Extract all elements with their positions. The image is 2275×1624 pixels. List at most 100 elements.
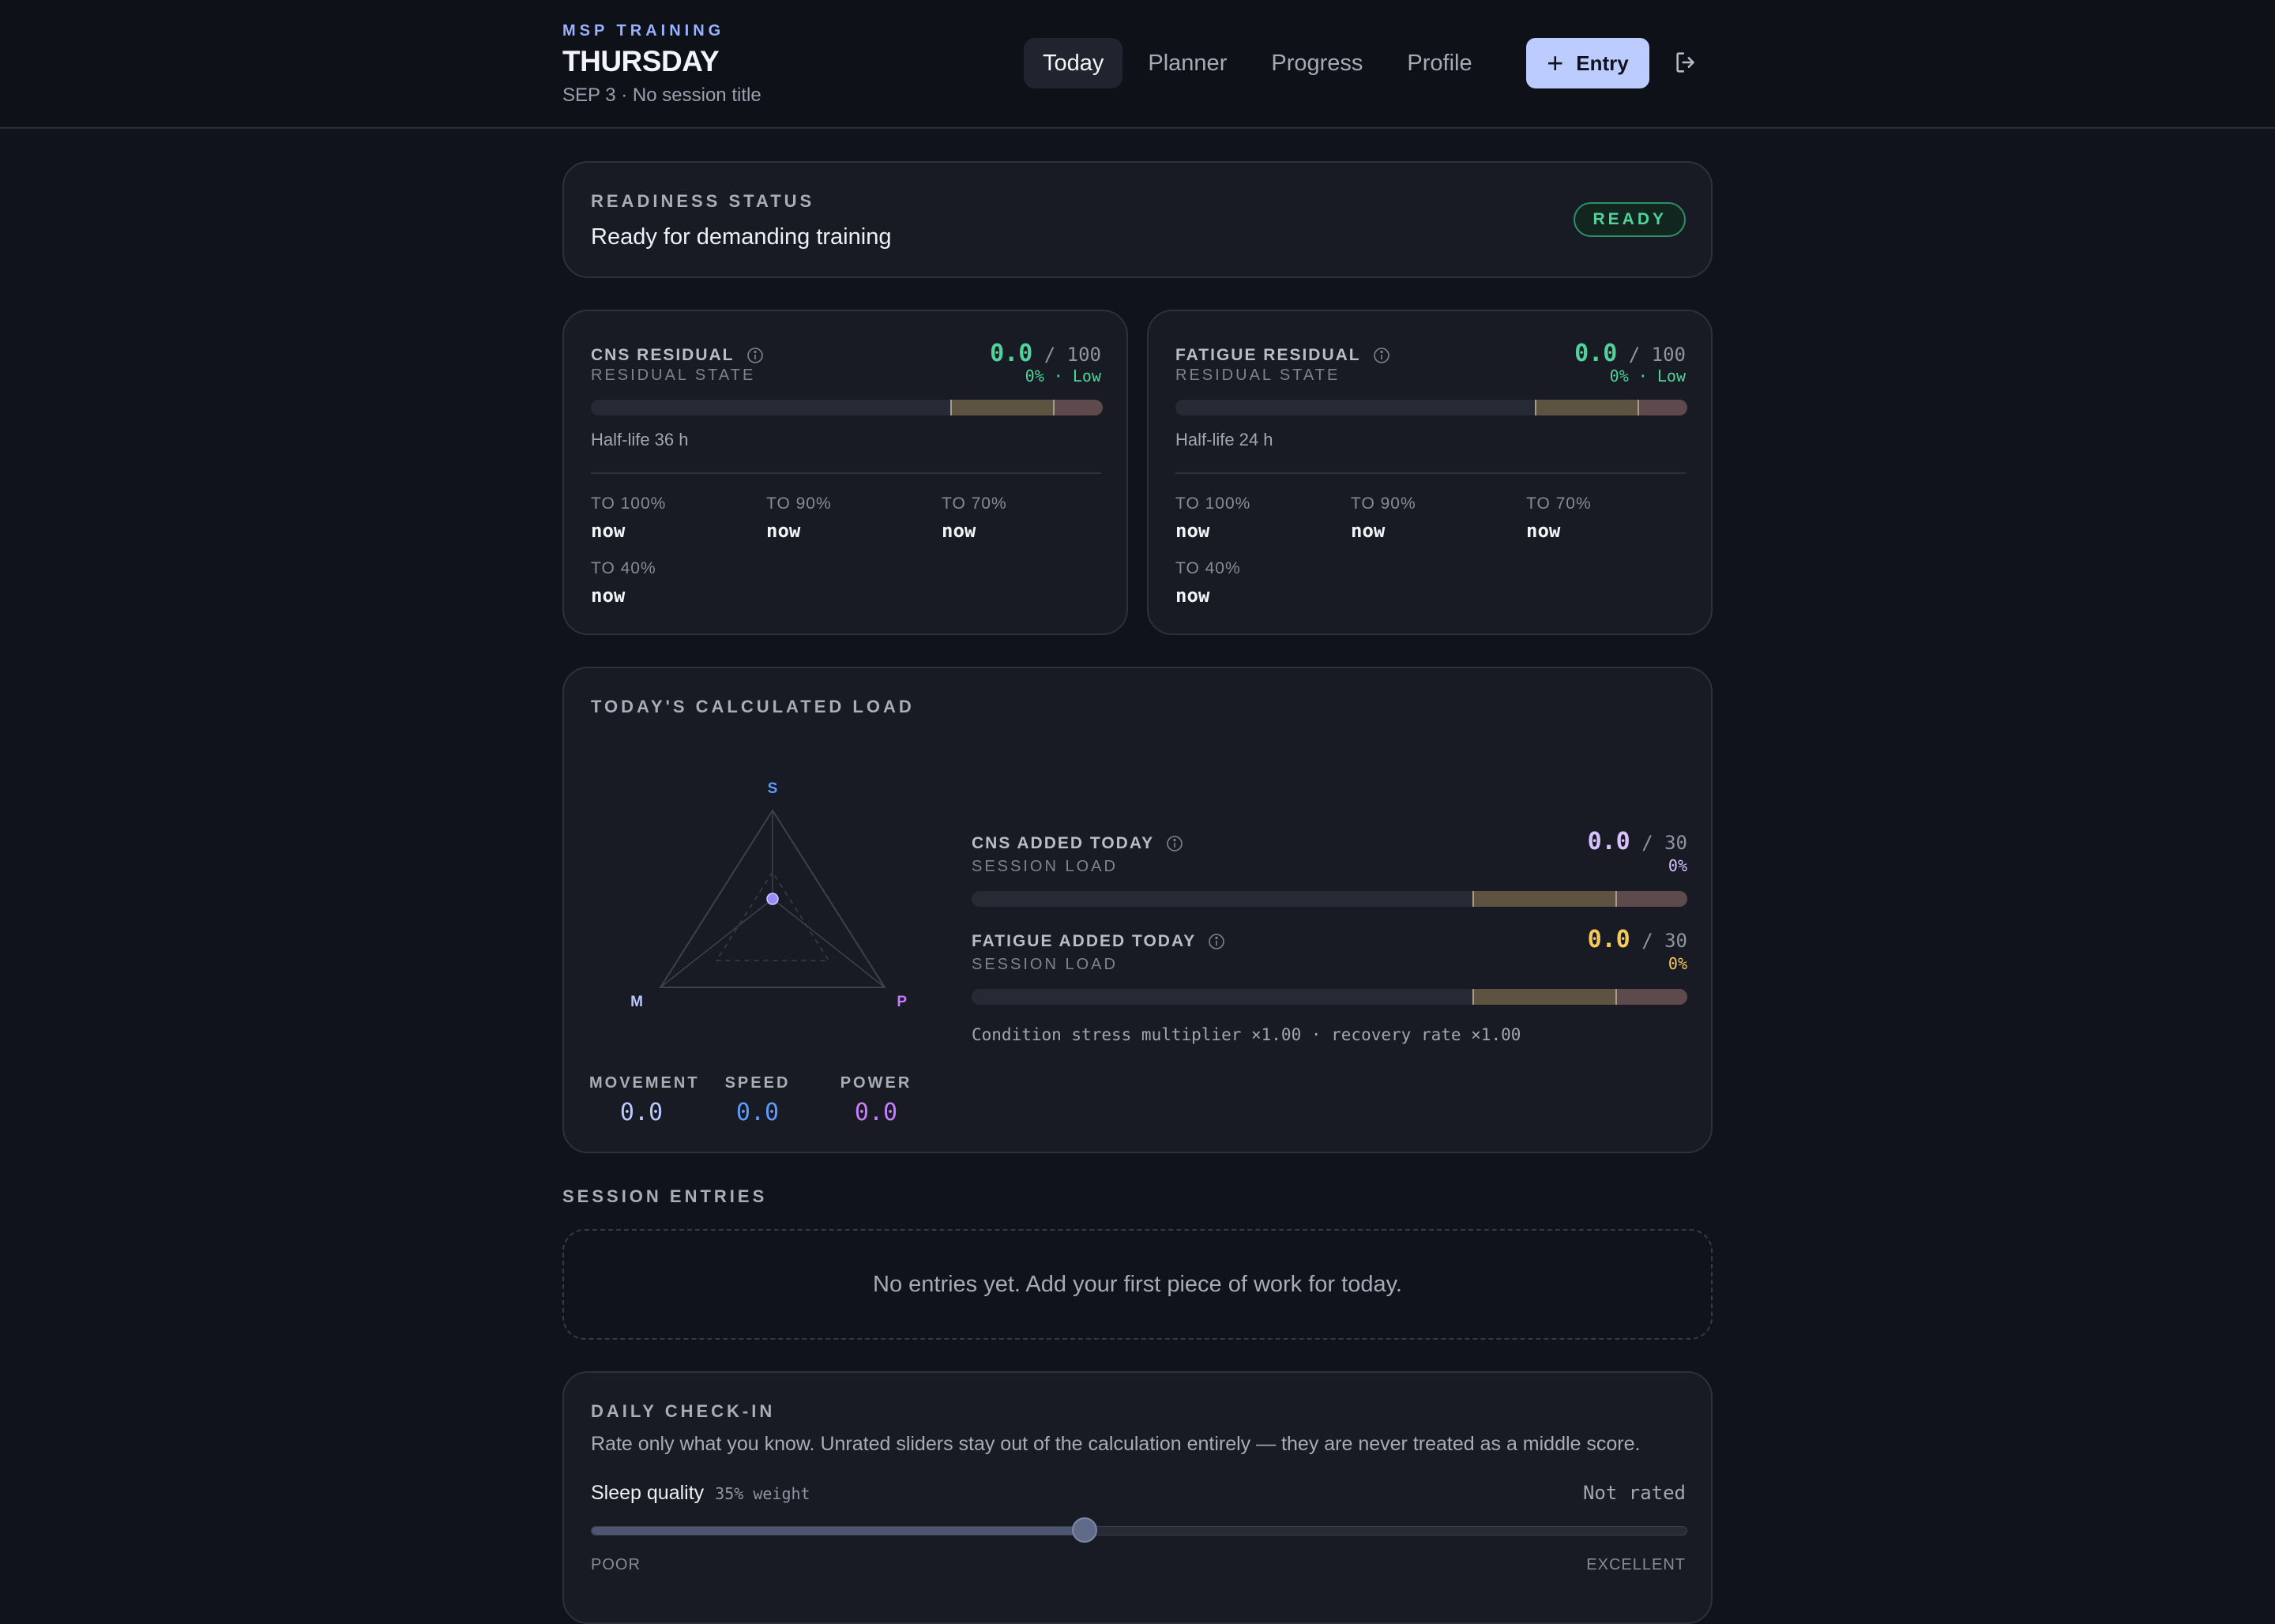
daily-checkin-card: DAILY CHECK-IN Rate only what you know. …	[562, 1371, 1713, 1624]
info-icon[interactable]	[1165, 834, 1184, 853]
readiness-title: READINESS STATUS	[591, 191, 815, 211]
radar-axis-m	[660, 898, 773, 988]
cns-residual-bar	[591, 400, 1103, 415]
milestone-item: TO 70% now	[942, 494, 1007, 542]
milestone-value: now	[1175, 520, 1210, 542]
movement-stat: MOVEMENT 0.0	[589, 1074, 700, 1126]
milestone-item: TO 100% now	[591, 494, 666, 542]
readiness-card: READINESS STATUS Ready for demanding tra…	[562, 161, 1713, 278]
milestone-item: TO 90% now	[1351, 494, 1416, 542]
app-kicker: MSP TRAINING	[562, 22, 725, 39]
info-icon[interactable]	[746, 346, 765, 365]
fatigue-residual-value: 0.0 / 100	[1574, 340, 1686, 367]
slider-name: Sleep quality	[591, 1482, 705, 1504]
divider	[591, 472, 1101, 474]
milestone-value: now	[942, 520, 976, 542]
power-label: POWER	[840, 1074, 912, 1092]
cns-added-value: 0.0 / 30	[1588, 828, 1687, 855]
milestone-value: now	[591, 585, 626, 607]
info-icon[interactable]	[1372, 346, 1391, 365]
session-entries-empty: No entries yet. Add your first piece of …	[562, 1229, 1713, 1340]
tab-planner[interactable]: Planner	[1129, 38, 1246, 88]
cns-residual-number: 0.0	[990, 340, 1033, 367]
cns-added-block: CNS ADDED TODAY SESSION LOAD 0.0 / 30 0%	[972, 828, 1687, 913]
readiness-text: Ready for demanding training	[591, 224, 892, 250]
fatigue-residual-state: RESIDUAL STATE	[1175, 367, 1341, 384]
fatigue-added-max: / 30	[1641, 930, 1687, 952]
milestone-value: now	[591, 520, 626, 542]
fatigue-added-bar	[972, 989, 1687, 1005]
radar-label-p: P	[897, 994, 907, 1010]
milestone-item: TO 40% now	[591, 559, 656, 607]
cns-added-header: CNS ADDED TODAY	[972, 834, 1184, 853]
info-icon[interactable]	[1207, 932, 1226, 951]
sleep-quality-slider[interactable]	[591, 1526, 1687, 1536]
page-subtitle: SEP 3 · No session title	[562, 85, 761, 106]
fatigue-residual-card: FATIGUE RESIDUAL RESIDUAL STATE 0.0 / 10…	[1147, 310, 1713, 635]
fatigue-added-number: 0.0	[1587, 926, 1630, 953]
fatigue-residual-bar	[1175, 400, 1687, 415]
stress-multiplier-text: Condition stress multiplier ×1.00 · reco…	[972, 1025, 1521, 1044]
radar-label-m: M	[630, 994, 643, 1010]
divider	[1175, 472, 1686, 474]
fatigue-added-block: FATIGUE ADDED TODAY SESSION LOAD 0.0 / 3…	[972, 926, 1687, 1011]
cns-added-number: 0.0	[1587, 828, 1630, 855]
speed-value: 0.0	[735, 1099, 780, 1126]
cns-residual-value: 0.0 / 100	[990, 340, 1101, 367]
power-value: 0.0	[854, 1099, 898, 1126]
slider-thumb[interactable]	[1071, 1517, 1097, 1543]
sleep-quality-label: Sleep quality 35% weight	[591, 1482, 810, 1505]
tab-progress[interactable]: Progress	[1252, 38, 1382, 88]
cns-residual-state: RESIDUAL STATE	[591, 367, 756, 384]
fatigue-added-header: FATIGUE ADDED TODAY	[972, 932, 1226, 951]
movement-label: MOVEMENT	[589, 1074, 700, 1092]
session-entries-title: SESSION ENTRIES	[562, 1186, 768, 1206]
main-nav: Today Planner Progress Profile	[1024, 38, 1498, 88]
milestone-label: TO 40%	[1175, 559, 1241, 577]
cns-half-life: Half-life 36 h	[591, 430, 689, 449]
status-badge: READY	[1574, 202, 1686, 237]
add-entry-button[interactable]: + Entry	[1526, 38, 1649, 88]
milestone-item: TO 40% now	[1175, 559, 1241, 607]
cns-residual-percent: 0% · Low	[1025, 367, 1101, 385]
load-title: TODAY'S CALCULATED LOAD	[591, 697, 915, 716]
cns-added-title: CNS ADDED TODAY	[972, 834, 1155, 852]
brand-block: MSP TRAINING THURSDAY SEP 3 · No session…	[562, 22, 761, 107]
calculated-load-card: TODAY'S CALCULATED LOAD S M P MOVEMENT 0…	[562, 667, 1713, 1153]
cns-residual-title: CNS RESIDUAL	[591, 346, 735, 364]
logout-icon[interactable]	[1673, 49, 1700, 76]
tab-profile[interactable]: Profile	[1388, 38, 1491, 88]
top-bar: MSP TRAINING THURSDAY SEP 3 · No session…	[0, 0, 2275, 129]
radar-axis-p	[772, 898, 886, 988]
milestone-item: TO 90% now	[766, 494, 832, 542]
tab-today[interactable]: Today	[1024, 38, 1123, 88]
milestone-label: TO 40%	[591, 559, 656, 577]
milestone-label: TO 90%	[766, 494, 832, 513]
milestone-label: TO 100%	[591, 494, 667, 513]
plus-icon: +	[1547, 47, 1564, 79]
cns-residual-max: / 100	[1043, 344, 1101, 366]
fatigue-half-life: Half-life 24 h	[1175, 430, 1273, 449]
power-stat: POWER 0.0	[828, 1074, 924, 1126]
slider-fill	[592, 1527, 1085, 1535]
page-title: THURSDAY	[562, 45, 720, 77]
cns-added-sub: SESSION LOAD	[972, 858, 1118, 875]
milestone-label: TO 100%	[1175, 494, 1251, 513]
slider-min-label: POOR	[591, 1556, 641, 1573]
milestone-item: TO 70% now	[1526, 494, 1592, 542]
fatigue-residual-max: / 100	[1628, 344, 1686, 366]
milestone-label: TO 70%	[942, 494, 1007, 513]
milestone-item: TO 100% now	[1175, 494, 1250, 542]
radar-label-s: S	[768, 780, 778, 797]
cns-added-max: / 30	[1641, 832, 1687, 854]
slider-status: Not rated	[1582, 1482, 1686, 1504]
cns-residual-card: CNS RESIDUAL RESIDUAL STATE 0.0 / 100 0%…	[562, 310, 1128, 635]
cns-added-percent: 0%	[1668, 856, 1687, 875]
milestone-value: now	[1351, 520, 1386, 542]
load-radar-chart: S M P	[630, 780, 907, 1010]
speed-stat: SPEED 0.0	[711, 1074, 804, 1126]
milestone-value: now	[1526, 520, 1561, 542]
milestone-label: TO 70%	[1526, 494, 1592, 513]
cns-added-bar	[972, 891, 1687, 907]
fatigue-added-sub: SESSION LOAD	[972, 956, 1118, 973]
